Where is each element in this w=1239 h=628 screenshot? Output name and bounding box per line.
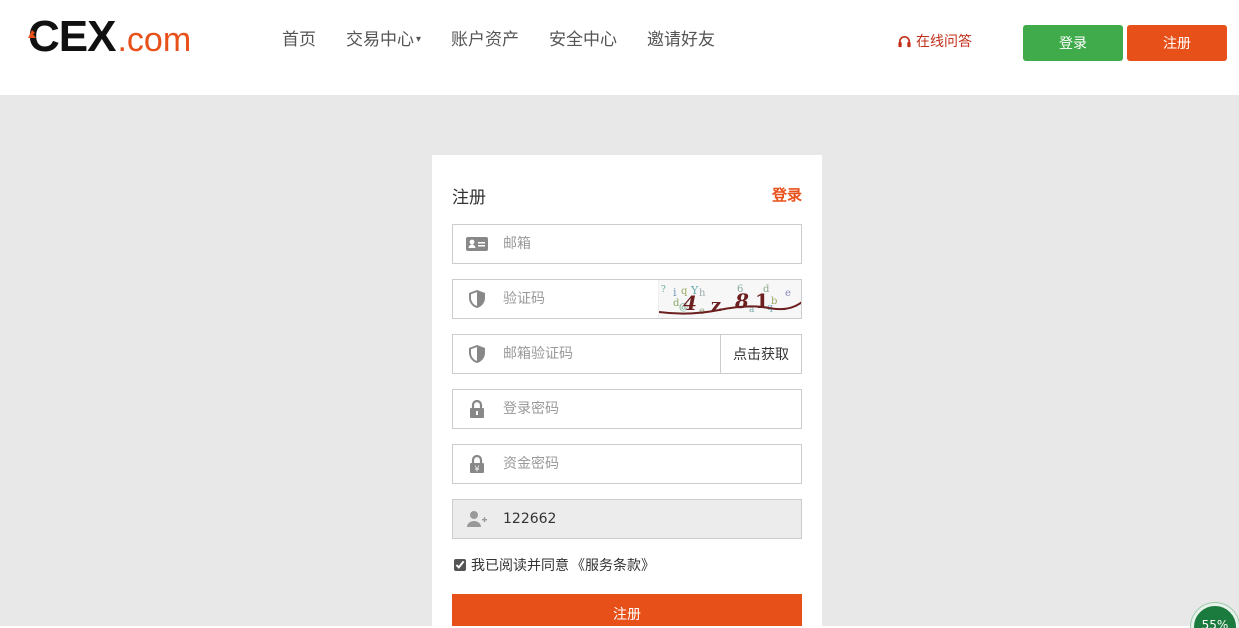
register-submit-button[interactable]: 注册 [452,594,802,628]
get-email-code-button[interactable]: 点击获取 [720,335,801,373]
agree-terms-row: 我已阅读并同意 《服务条款》 [454,555,655,575]
svg-text:h: h [699,288,706,299]
captcha-image[interactable]: ? i q Y h d @ e 6 d e b q a 4 z 8 1 [658,280,801,318]
logo[interactable]: CEX .com [28,14,191,60]
login-password-field-wrapper [452,389,802,429]
svg-text:z: z [711,295,721,316]
logo-mark-icon [28,30,36,38]
online-support-link[interactable]: 在线问答 [897,31,972,51]
agree-checkbox[interactable] [454,559,466,571]
register-title: 注册 [452,188,486,208]
svg-text:8: 8 [734,289,749,313]
invite-code-field-wrapper [452,499,802,539]
site-header: CEX .com 首页 交易中心 ▾ 账户资产 安全中心 邀请好友 在线问答 登录… [0,0,1239,95]
nav-invite-friends[interactable]: 邀请好友 [647,28,715,52]
shield-icon [453,280,501,318]
fund-password-input[interactable] [501,445,801,483]
logo-suffix: .com [117,21,192,59]
header-login-button[interactable]: 登录 [1023,25,1123,61]
switch-to-login-link[interactable]: 登录 [772,184,802,205]
logo-text: CEX [28,12,116,61]
svg-text:4: 4 [683,291,697,315]
email-input[interactable] [501,225,801,263]
logo-main-text: CEX [28,12,116,61]
captcha-field-wrapper: ? i q Y h d @ e 6 d e b q a 4 z 8 1 [452,279,802,319]
lock-icon [453,390,501,428]
shield-icon [453,335,501,373]
fund-password-field-wrapper: ¥ [452,444,802,484]
terms-link[interactable]: 《服务条款》 [571,555,655,575]
svg-text:¥: ¥ [474,465,479,474]
online-support-label: 在线问答 [916,34,972,50]
nav-security-center[interactable]: 安全中心 [549,28,617,52]
progress-badge[interactable]: 55% [1191,603,1239,628]
svg-text:?: ? [661,285,666,295]
id-card-icon [453,225,501,263]
headset-icon [898,35,911,47]
header-register-button[interactable]: 注册 [1127,25,1227,61]
svg-text:e: e [785,288,791,299]
login-password-input[interactable] [501,390,801,428]
nav-trade-center-label: 交易中心 [346,30,414,50]
nav-home[interactable]: 首页 [282,28,316,52]
yuan-lock-icon: ¥ [453,445,501,483]
main-nav: 首页 交易中心 ▾ 账户资产 安全中心 邀请好友 [282,28,745,52]
agree-text: 我已阅读并同意 [471,558,569,574]
email-field-wrapper [452,224,802,264]
user-add-icon [453,500,501,538]
nav-trade-center[interactable]: 交易中心 ▾ [346,28,421,52]
svg-text:1: 1 [755,289,769,313]
progress-badge-label: 55% [1201,618,1229,628]
caret-down-icon: ▾ [416,34,422,45]
email-code-field-wrapper: 点击获取 [452,334,802,374]
nav-account-assets[interactable]: 账户资产 [451,28,519,52]
invite-code-input[interactable] [501,500,801,538]
register-card: 注册 登录 ? i q [432,155,822,628]
